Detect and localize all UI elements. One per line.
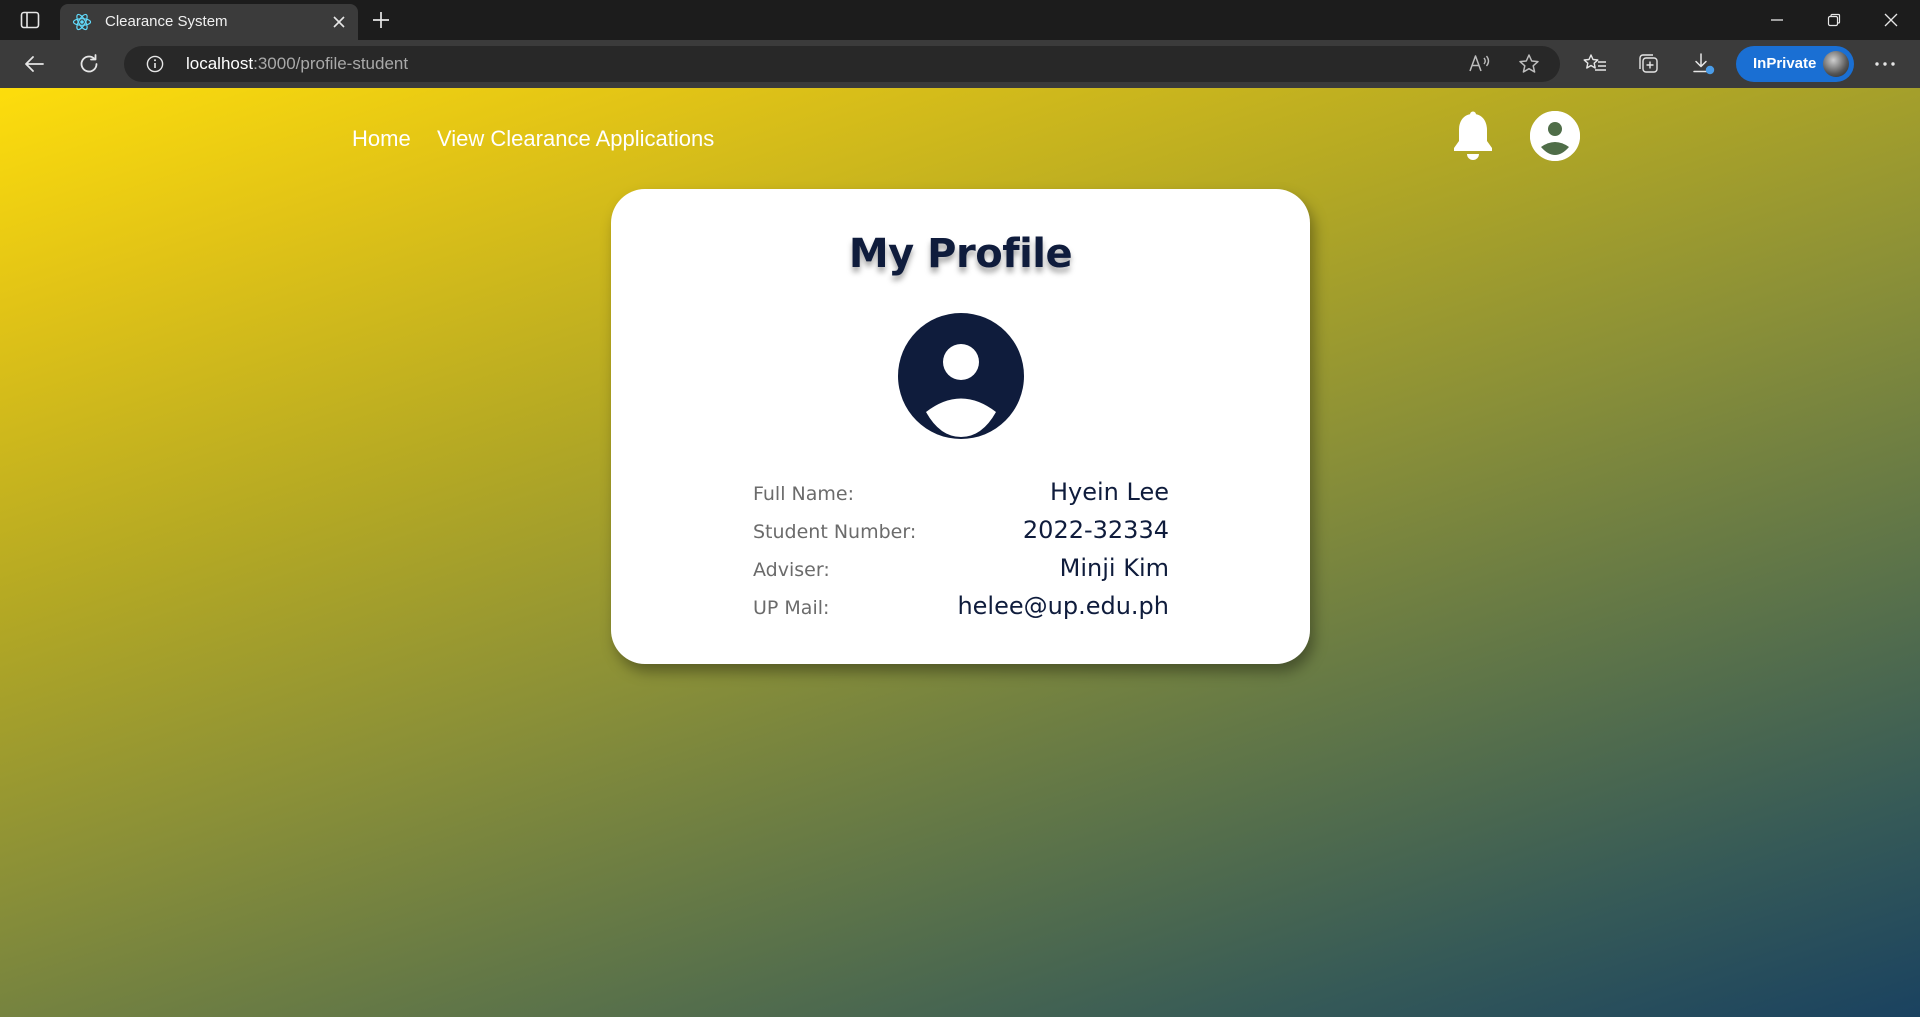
account-icon[interactable] (1529, 110, 1581, 162)
download-icon[interactable] (1689, 50, 1719, 78)
url-path: :3000/profile-student (253, 54, 409, 73)
inprivate-button[interactable]: InPrivate (1736, 46, 1854, 82)
sidebar-icon[interactable] (16, 8, 44, 32)
browser-toolbar: localhost:3000/profile-student InPrivate (0, 40, 1920, 88)
active-tab[interactable]: Clearance System (60, 4, 358, 40)
field-up-mail: UP Mail: helee@up.edu.ph (753, 592, 1169, 622)
avatar-icon (898, 313, 1024, 439)
nav-view-applications-link[interactable]: View Clearance Applications (437, 126, 714, 152)
restore-icon[interactable] (1805, 0, 1862, 40)
field-full-name: Full Name: Hyein Lee (753, 478, 1169, 508)
field-value: Minji Kim (1059, 554, 1169, 582)
refresh-icon[interactable] (72, 48, 106, 80)
close-icon[interactable] (328, 11, 350, 33)
back-icon[interactable] (17, 48, 51, 80)
url-host: localhost (186, 54, 254, 73)
field-label: UP Mail: (753, 597, 830, 619)
info-icon[interactable] (146, 55, 164, 73)
plus-icon[interactable] (366, 6, 396, 34)
address-bar[interactable]: localhost:3000/profile-student (124, 46, 1560, 82)
field-label: Full Name: (753, 483, 854, 505)
tab-title: Clearance System (105, 13, 228, 30)
read-aloud-icon[interactable] (1467, 52, 1493, 76)
field-value: Hyein Lee (1049, 478, 1169, 506)
favorites-icon[interactable] (1580, 50, 1610, 78)
profile-card: My Profile Full Name: Hyein Lee Student … (611, 189, 1310, 664)
collections-icon[interactable] (1634, 50, 1664, 78)
window-close-icon[interactable] (1862, 0, 1919, 40)
field-student-number: Student Number: 2022-32334 (753, 516, 1169, 546)
page-title: My Profile (848, 231, 1073, 277)
profile-picture-icon (1823, 51, 1849, 77)
page-viewport: Home View Clearance Applications My Prof… (0, 88, 1920, 1017)
field-value: helee@up.edu.ph (957, 592, 1169, 620)
field-label: Student Number: (753, 521, 917, 543)
nav-home-link[interactable]: Home (352, 126, 411, 152)
minimize-icon[interactable] (1748, 0, 1805, 40)
field-label: Adviser: (753, 559, 830, 581)
inprivate-label: InPrivate (1753, 55, 1817, 72)
bell-icon[interactable] (1450, 110, 1496, 164)
browser-tab-bar: Clearance System (0, 0, 1920, 40)
more-icon[interactable] (1870, 50, 1900, 78)
field-value: 2022-32334 (1022, 516, 1169, 544)
react-favicon (71, 11, 93, 33)
url-text[interactable]: localhost:3000/profile-student (186, 54, 408, 74)
star-icon[interactable] (1516, 52, 1542, 76)
field-adviser: Adviser: Minji Kim (753, 554, 1169, 584)
